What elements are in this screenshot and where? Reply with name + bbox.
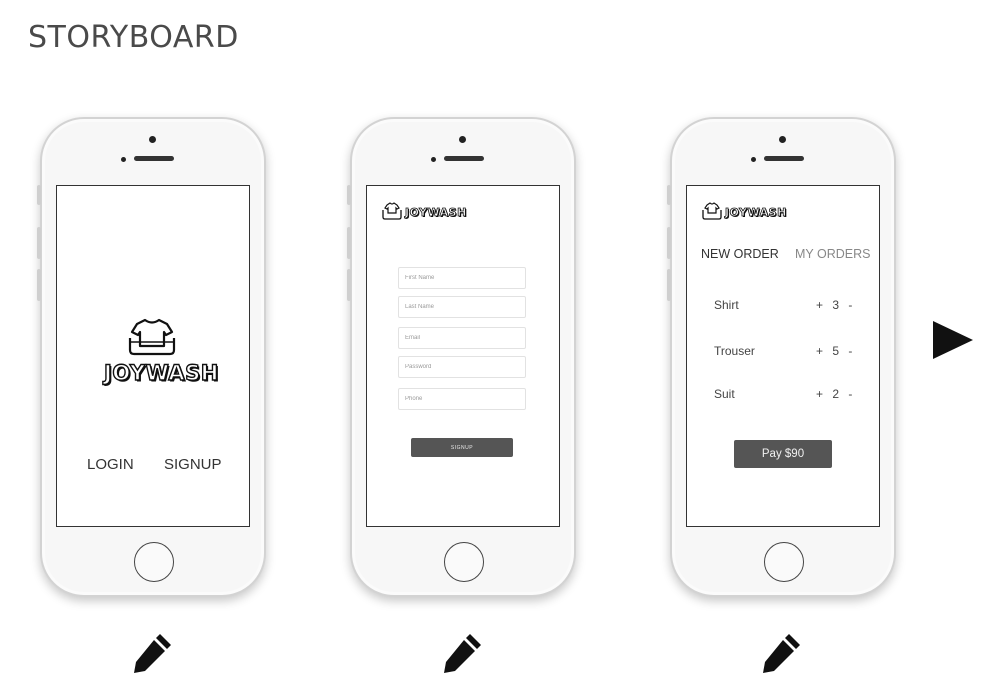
signup-submit-button[interactable]: SIGNUP xyxy=(411,438,513,457)
order-item-name: Trouser xyxy=(714,344,755,358)
proximity-sensor xyxy=(751,157,756,162)
signup-screen: JOYWASH SIGNUP xyxy=(366,185,560,527)
front-camera xyxy=(459,136,466,143)
volume-up-button xyxy=(347,227,351,259)
pencil-icon[interactable] xyxy=(443,632,483,674)
volume-up-button xyxy=(667,227,671,259)
home-button[interactable] xyxy=(444,542,484,582)
pay-button[interactable]: Pay $90 xyxy=(734,440,832,468)
volume-up-button xyxy=(37,227,41,259)
tab-my-orders[interactable]: MY ORDERS xyxy=(795,247,870,261)
email-field[interactable] xyxy=(398,327,526,349)
mute-switch xyxy=(347,185,351,205)
tab-new-order[interactable]: NEW ORDER xyxy=(701,247,779,261)
decrement-button[interactable]: - xyxy=(848,298,853,312)
welcome-screen: JOYWASH LOGIN SIGNUP xyxy=(56,185,250,527)
tshirt-basket-icon xyxy=(702,202,722,220)
proximity-sensor xyxy=(431,157,436,162)
password-field[interactable] xyxy=(398,356,526,378)
decrement-button[interactable]: - xyxy=(848,387,853,401)
order-item-name: Shirt xyxy=(714,298,739,312)
page-title: STORYBOARD xyxy=(28,20,239,55)
quantity-stepper: + 2 - xyxy=(816,387,853,401)
login-link[interactable]: LOGIN xyxy=(87,456,134,473)
front-camera xyxy=(149,136,156,143)
signup-link[interactable]: SIGNUP xyxy=(164,456,222,473)
quantity-value: 5 xyxy=(832,344,841,358)
earpiece-speaker xyxy=(444,156,484,161)
volume-down-button xyxy=(347,269,351,301)
first-name-field[interactable] xyxy=(398,267,526,289)
earpiece-speaker xyxy=(764,156,804,161)
brand-wordmark: JOYWASH xyxy=(405,205,467,219)
order-item-name: Suit xyxy=(714,387,735,401)
increment-button[interactable]: + xyxy=(816,298,824,312)
phone-mockup-signup: JOYWASH SIGNUP xyxy=(347,117,576,597)
home-button[interactable] xyxy=(134,542,174,582)
quantity-value: 2 xyxy=(832,387,841,401)
last-name-field[interactable] xyxy=(398,296,526,318)
brand-logo: JOYWASH xyxy=(103,316,219,386)
brand-wordmark: JOYWASH xyxy=(103,360,219,385)
phone-mockup-welcome: JOYWASH LOGIN SIGNUP xyxy=(37,117,266,597)
front-camera xyxy=(779,136,786,143)
pencil-icon[interactable] xyxy=(133,632,173,674)
brand-logo: JOYWASH xyxy=(380,200,467,224)
home-button[interactable] xyxy=(764,542,804,582)
earpiece-speaker xyxy=(134,156,174,161)
mute-switch xyxy=(667,185,671,205)
tshirt-basket-icon xyxy=(382,202,402,220)
brand-logo: JOYWASH xyxy=(700,200,787,224)
play-icon[interactable] xyxy=(932,320,974,360)
volume-down-button xyxy=(37,269,41,301)
volume-down-button xyxy=(667,269,671,301)
phone-mockup-order: JOYWASH NEW ORDER MY ORDERS Shirt + 3 - … xyxy=(667,117,896,597)
pencil-icon[interactable] xyxy=(762,632,802,674)
quantity-value: 3 xyxy=(832,298,841,312)
mute-switch xyxy=(37,185,41,205)
phone-field[interactable] xyxy=(398,388,526,410)
brand-wordmark: JOYWASH xyxy=(725,205,787,219)
order-screen: JOYWASH NEW ORDER MY ORDERS Shirt + 3 - … xyxy=(686,185,880,527)
quantity-stepper: + 5 - xyxy=(816,344,853,358)
increment-button[interactable]: + xyxy=(816,387,824,401)
decrement-button[interactable]: - xyxy=(848,344,853,358)
proximity-sensor xyxy=(121,157,126,162)
increment-button[interactable]: + xyxy=(816,344,824,358)
quantity-stepper: + 3 - xyxy=(816,298,853,312)
